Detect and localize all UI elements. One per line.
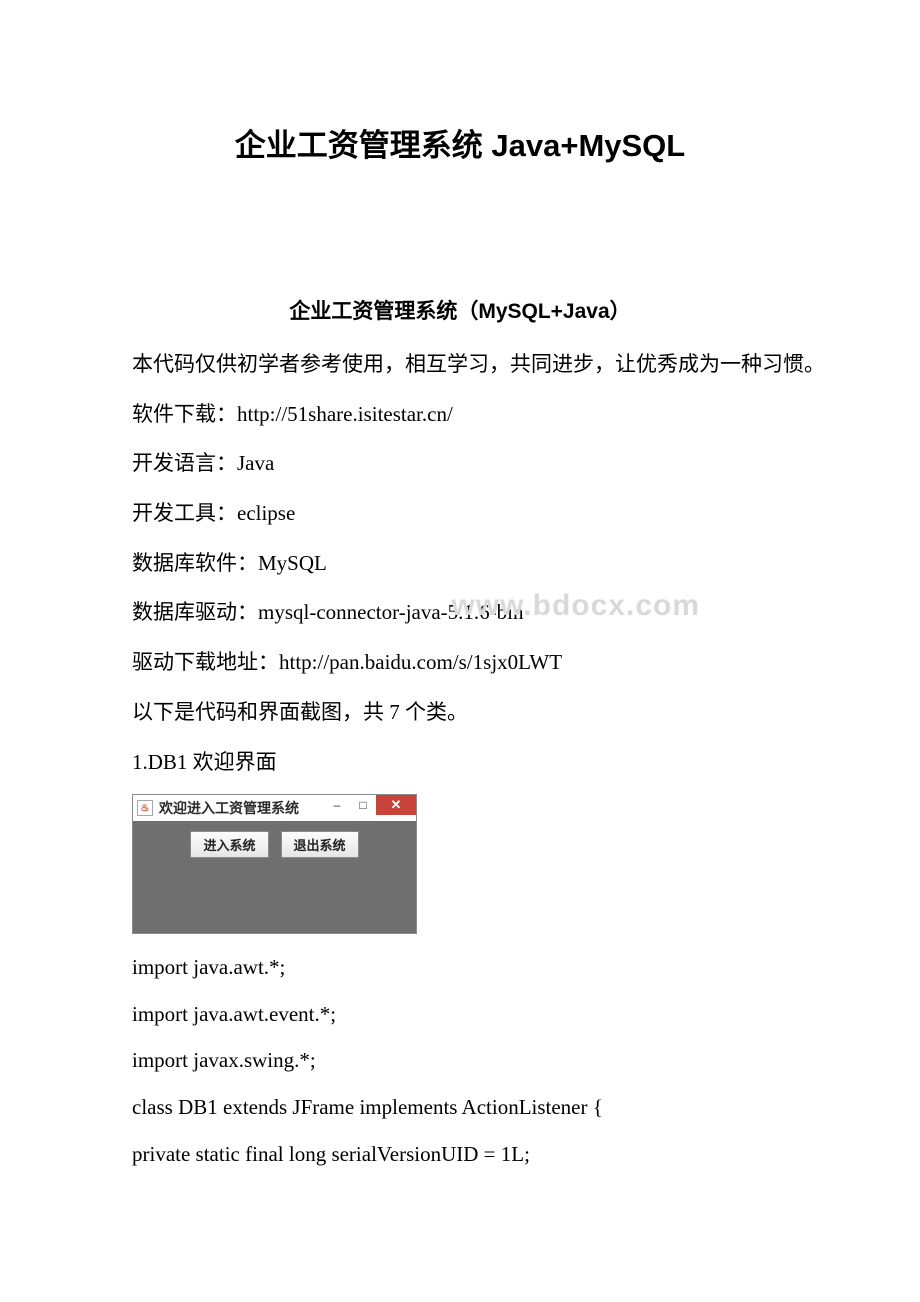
close-button[interactable]: ✕ [376, 795, 416, 815]
code-line-2: import java.awt.event.*; [90, 997, 830, 1032]
welcome-window: ♨ 欢迎进入工资管理系统 – □ ✕ 进入系统 退出系统 [132, 794, 417, 934]
code-line-3: import javax.swing.*; [90, 1043, 830, 1078]
code-line-4: class DB1 extends JFrame implements Acti… [90, 1090, 830, 1125]
database-line: 数据库软件：MySQL [90, 546, 830, 582]
driver-line: 数据库驱动：mysql-connector-java-5.1.6-bin [90, 595, 830, 631]
window-controls: – □ ✕ [324, 795, 416, 821]
following-line: 以下是代码和界面截图，共 7 个类。 [90, 695, 830, 731]
minimize-button[interactable]: – [324, 795, 350, 815]
driver-url-line: 驱动下载地址：http://pan.baidu.com/s/1sjx0LWT [90, 645, 830, 681]
section-1-heading: 1.DB1 欢迎界面 [90, 745, 830, 781]
page-subtitle: 企业工资管理系统（MySQL+Java） [90, 295, 830, 325]
language-line: 开发语言：Java [90, 446, 830, 482]
code-line-1: import java.awt.*; [90, 950, 830, 985]
java-icon: ♨ [137, 800, 153, 816]
download-line: 软件下载：http://51share.isitestar.cn/ [90, 397, 830, 433]
page-title: 企业工资管理系统 Java+MySQL [90, 120, 830, 165]
tool-line: 开发工具：eclipse [90, 496, 830, 532]
maximize-button[interactable]: □ [350, 795, 376, 815]
intro-paragraph: 本代码仅供初学者参考使用，相互学习，共同进步，让优秀成为一种习惯。 [90, 347, 830, 383]
window-title-text: 欢迎进入工资管理系统 [159, 798, 324, 818]
code-line-5: private static final long serialVersionU… [90, 1137, 830, 1172]
window-body: 进入系统 退出系统 [133, 821, 416, 933]
exit-system-button[interactable]: 退出系统 [281, 831, 359, 858]
window-titlebar: ♨ 欢迎进入工资管理系统 – □ ✕ [133, 795, 416, 821]
enter-system-button[interactable]: 进入系统 [190, 831, 268, 858]
